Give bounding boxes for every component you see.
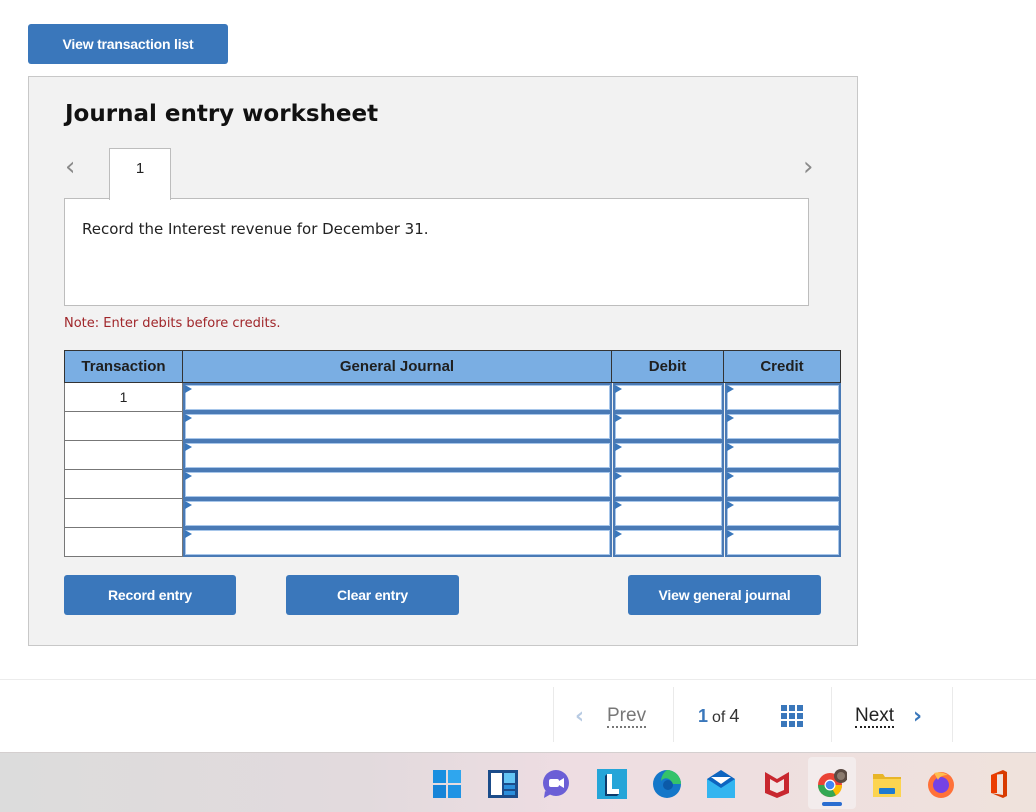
widgets-icon[interactable] <box>488 769 518 799</box>
header-credit: Credit <box>723 350 841 383</box>
teams-chat-icon[interactable] <box>541 769 571 799</box>
grid-icon[interactable] <box>781 705 803 727</box>
record-entry-button[interactable]: Record entry <box>64 575 236 615</box>
journal-entry-worksheet-panel: Journal entry worksheet ‹ 1 › Record the… <box>28 76 858 646</box>
debit-input[interactable] <box>613 499 724 528</box>
office-icon[interactable] <box>983 769 1013 799</box>
file-explorer-icon[interactable] <box>872 769 902 799</box>
debit-input[interactable] <box>613 441 724 470</box>
debit-input[interactable] <box>613 470 724 499</box>
launcher-l-icon[interactable] <box>597 769 627 799</box>
page-indicator: 1 of 4 <box>698 706 739 727</box>
credit-input[interactable] <box>725 528 841 557</box>
pager-separator <box>952 687 953 742</box>
firefox-icon[interactable] <box>926 769 956 799</box>
pager-separator <box>831 687 832 742</box>
table-row <box>64 412 841 441</box>
table-row <box>64 441 841 470</box>
debit-input[interactable] <box>613 383 724 412</box>
next-page-link[interactable]: Next <box>855 706 895 728</box>
account-dropdown[interactable] <box>183 441 612 470</box>
transaction-cell <box>64 528 183 557</box>
worksheet-title: Journal entry worksheet <box>65 101 379 127</box>
credit-input[interactable] <box>725 383 841 412</box>
of-label: of <box>712 709 726 726</box>
table-row <box>64 470 841 499</box>
chevron-left-icon: ‹ <box>575 704 585 729</box>
chevron-left-icon[interactable]: ‹ <box>65 154 75 180</box>
table-row <box>64 528 841 557</box>
account-dropdown[interactable] <box>183 499 612 528</box>
note-text: Note: Enter debits before credits. <box>64 316 281 331</box>
credit-input[interactable] <box>725 412 841 441</box>
current-page: 1 <box>698 706 709 726</box>
transaction-description-box: Record the Interest revenue for December… <box>64 198 809 306</box>
windows-start-icon[interactable] <box>432 769 462 799</box>
transaction-cell <box>64 441 183 470</box>
view-general-journal-button[interactable]: View general journal <box>628 575 821 615</box>
account-dropdown[interactable] <box>183 470 612 499</box>
debit-input[interactable] <box>613 528 724 557</box>
credit-input[interactable] <box>725 470 841 499</box>
tab-transaction-1[interactable]: 1 <box>109 148 171 200</box>
pager-divider <box>0 679 1036 680</box>
prev-page-link[interactable]: Prev <box>607 706 647 728</box>
table-row <box>64 499 841 528</box>
header-transaction: Transaction <box>64 350 183 383</box>
mail-icon[interactable] <box>706 769 736 799</box>
transaction-cell <box>64 499 183 528</box>
transaction-cell <box>64 412 183 441</box>
chrome-icon[interactable] <box>817 769 847 799</box>
taskbar <box>0 752 1036 812</box>
transaction-cell <box>64 470 183 499</box>
table-row: 1 <box>64 383 841 412</box>
total-pages: 4 <box>729 706 740 726</box>
account-dropdown[interactable] <box>183 412 612 441</box>
clear-entry-button[interactable]: Clear entry <box>286 575 459 615</box>
chevron-right-icon[interactable]: › <box>803 154 813 180</box>
account-dropdown[interactable] <box>183 528 612 557</box>
transaction-cell: 1 <box>64 383 183 412</box>
pager-separator <box>553 687 554 742</box>
view-transaction-list-button[interactable]: View transaction list <box>28 24 228 64</box>
pager-separator <box>673 687 674 742</box>
chevron-right-icon[interactable]: › <box>913 704 922 729</box>
transaction-description: Record the Interest revenue for December… <box>82 220 429 238</box>
header-debit: Debit <box>611 350 724 383</box>
debit-input[interactable] <box>613 412 724 441</box>
header-general-journal: General Journal <box>182 350 612 383</box>
mcafee-icon[interactable] <box>762 769 792 799</box>
credit-input[interactable] <box>725 499 841 528</box>
credit-input[interactable] <box>725 441 841 470</box>
account-dropdown[interactable] <box>183 383 612 412</box>
edge-icon[interactable] <box>652 769 682 799</box>
